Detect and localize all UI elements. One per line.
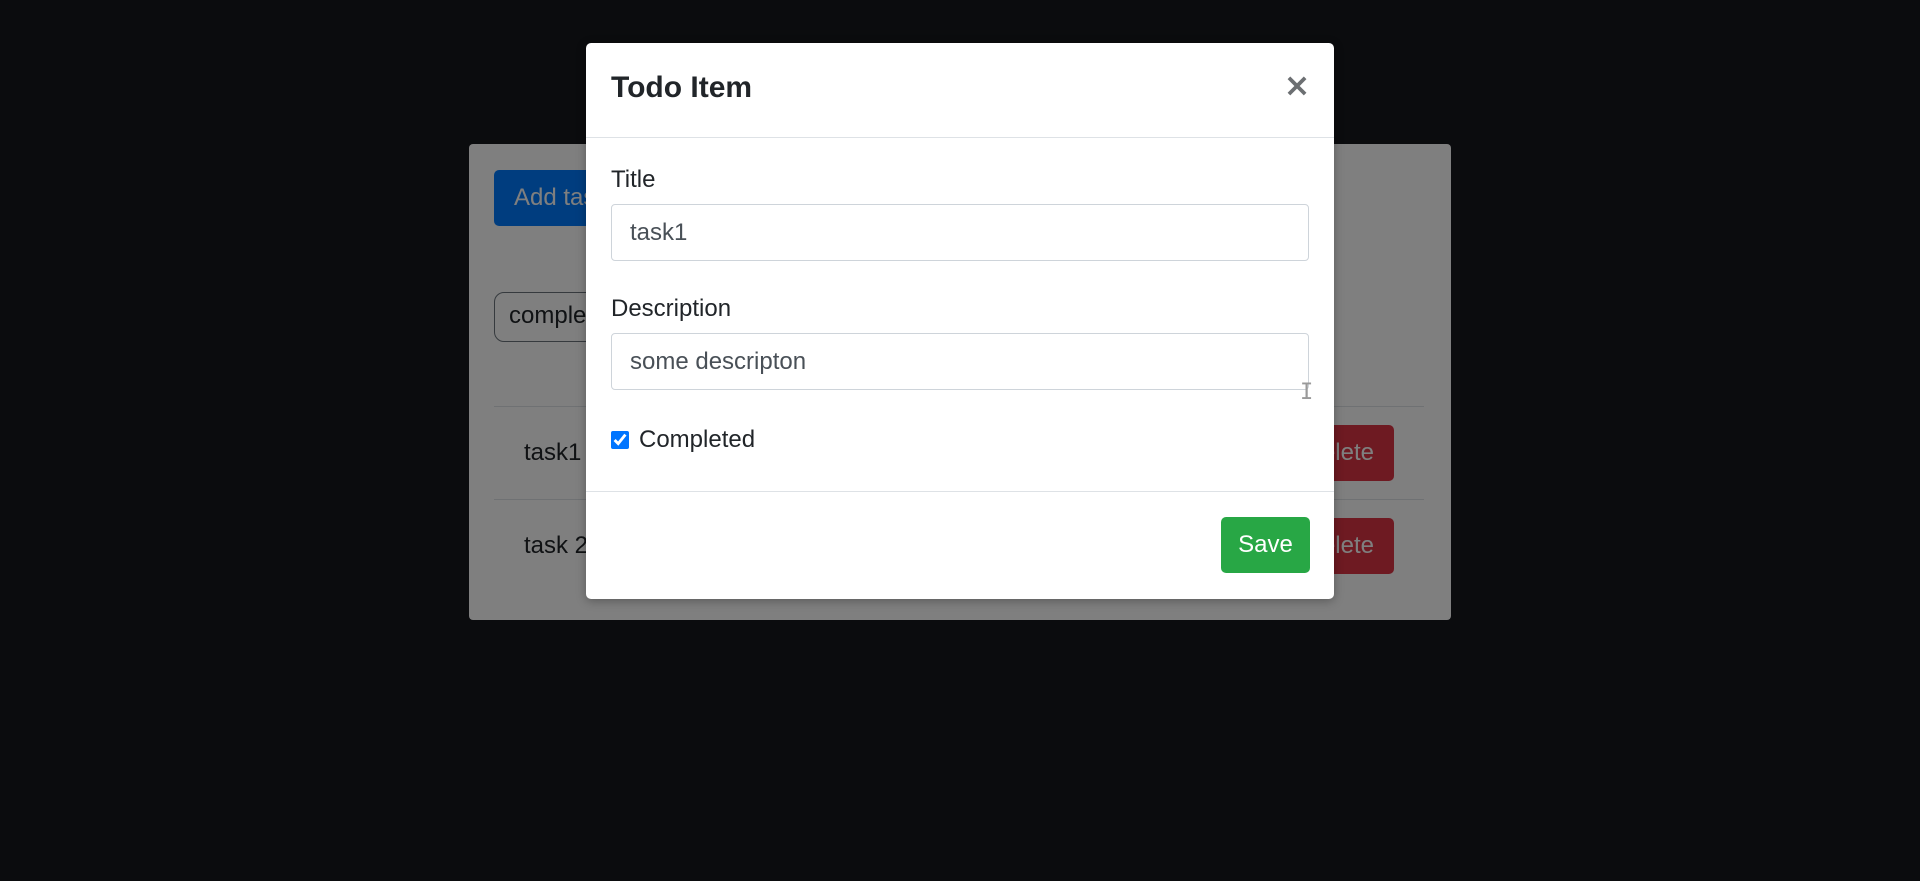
completed-check-row: Completed	[611, 426, 755, 454]
modal-footer: Save	[586, 492, 1334, 600]
completed-label[interactable]: Completed	[639, 426, 755, 454]
description-input[interactable]	[611, 333, 1309, 390]
close-icon[interactable]: ×	[1282, 69, 1312, 101]
text-cursor-icon: I	[1300, 380, 1314, 405]
title-input[interactable]	[611, 204, 1309, 261]
description-label: Description	[611, 295, 732, 322]
todo-item-modal: Todo Item × Title Description Completed …	[586, 43, 1334, 599]
save-button[interactable]: Save	[1221, 517, 1310, 573]
modal-body: Title Description Completed	[586, 138, 1334, 492]
modal-header: Todo Item ×	[586, 43, 1334, 138]
completed-checkbox[interactable]	[611, 431, 629, 449]
title-label: Title	[611, 166, 656, 193]
modal-title: Todo Item	[611, 71, 753, 104]
